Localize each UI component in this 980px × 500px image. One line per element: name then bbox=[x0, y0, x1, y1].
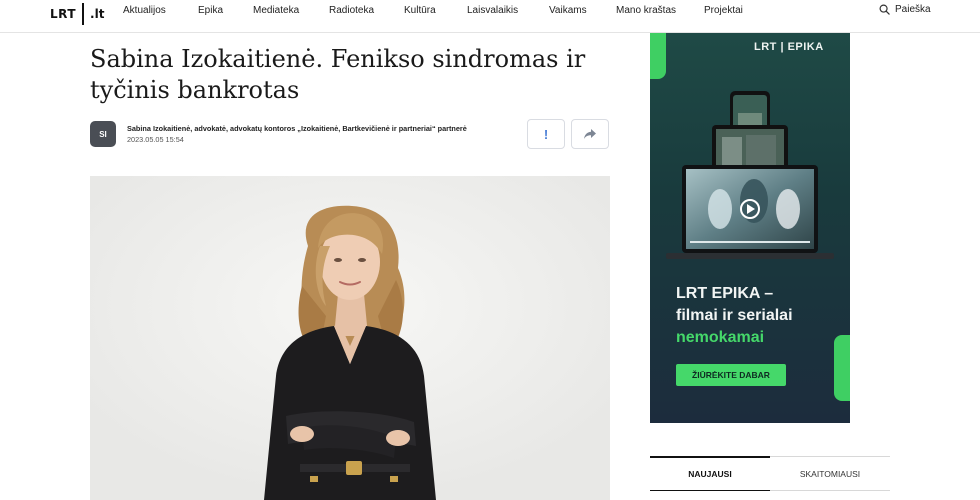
logo-divider bbox=[82, 3, 85, 25]
nav-item-kultura[interactable]: Kultūra bbox=[404, 5, 436, 16]
article-author[interactable]: Sabina Izokaitienė, advokatė, advokatų k… bbox=[127, 124, 467, 133]
devices-illustration bbox=[666, 91, 834, 259]
tab-skaitomiausi[interactable]: SKAITOMIAUSI bbox=[770, 456, 890, 491]
ad-headline-line: filmai ir serialai bbox=[676, 307, 793, 324]
ad-headline-line: LRT EPIKA – bbox=[676, 285, 774, 302]
author-avatar[interactable]: SI bbox=[90, 121, 116, 147]
article-title: Sabina Izokaitienė. Fenikso sindromas ir… bbox=[90, 45, 586, 104]
nav-item-vaikams[interactable]: Vaikams bbox=[549, 5, 587, 16]
article-photo bbox=[90, 176, 610, 500]
share-icon bbox=[584, 129, 596, 139]
search-label: Paieška bbox=[895, 4, 931, 15]
nav-item-radioteka[interactable]: Radioteka bbox=[329, 5, 374, 16]
nav-item-laisvalaikis[interactable]: Laisvalaikis bbox=[467, 5, 518, 16]
report-icon: ! bbox=[543, 126, 549, 142]
nav-item-aktualijos[interactable]: Aktualijos bbox=[123, 5, 166, 16]
epika-ad-banner[interactable]: LRT | EPIKA LRT EPIKA – filmai ir serial… bbox=[650, 33, 850, 423]
share-button[interactable] bbox=[571, 119, 609, 149]
news-tabs: NAUJAUSI SKAITOMIAUSI bbox=[650, 456, 890, 491]
nav-item-mano-krastas[interactable]: Mano kraštas bbox=[616, 5, 676, 16]
lrt-logo[interactable]: LRT .lt bbox=[50, 3, 104, 25]
logo-lt-text: .lt bbox=[90, 7, 105, 21]
report-button[interactable]: ! bbox=[527, 119, 565, 149]
ad-watch-now-button[interactable]: ŽIŪRĖKITE DABAR bbox=[676, 364, 786, 386]
ad-headline-highlight: nemokamai bbox=[676, 329, 765, 346]
tab-naujausi[interactable]: NAUJAUSI bbox=[650, 456, 770, 491]
logo-lrt-text: LRT bbox=[50, 7, 77, 21]
search-button[interactable]: Paieška bbox=[879, 4, 931, 15]
search-icon bbox=[879, 4, 890, 15]
article-date: 2023.05.05 15:54 bbox=[127, 135, 184, 144]
top-navigation-bar: LRT .lt Aktualijos Epika Mediateka Radio… bbox=[0, 0, 980, 33]
ad-headline: LRT EPIKA – filmai ir serialai nemokamai bbox=[676, 283, 846, 349]
portrait-illustration bbox=[90, 176, 610, 500]
nav-item-epika[interactable]: Epika bbox=[198, 5, 223, 16]
nav-item-mediateka[interactable]: Mediateka bbox=[253, 5, 299, 16]
nav-item-projektai[interactable]: Projektai bbox=[704, 5, 743, 16]
